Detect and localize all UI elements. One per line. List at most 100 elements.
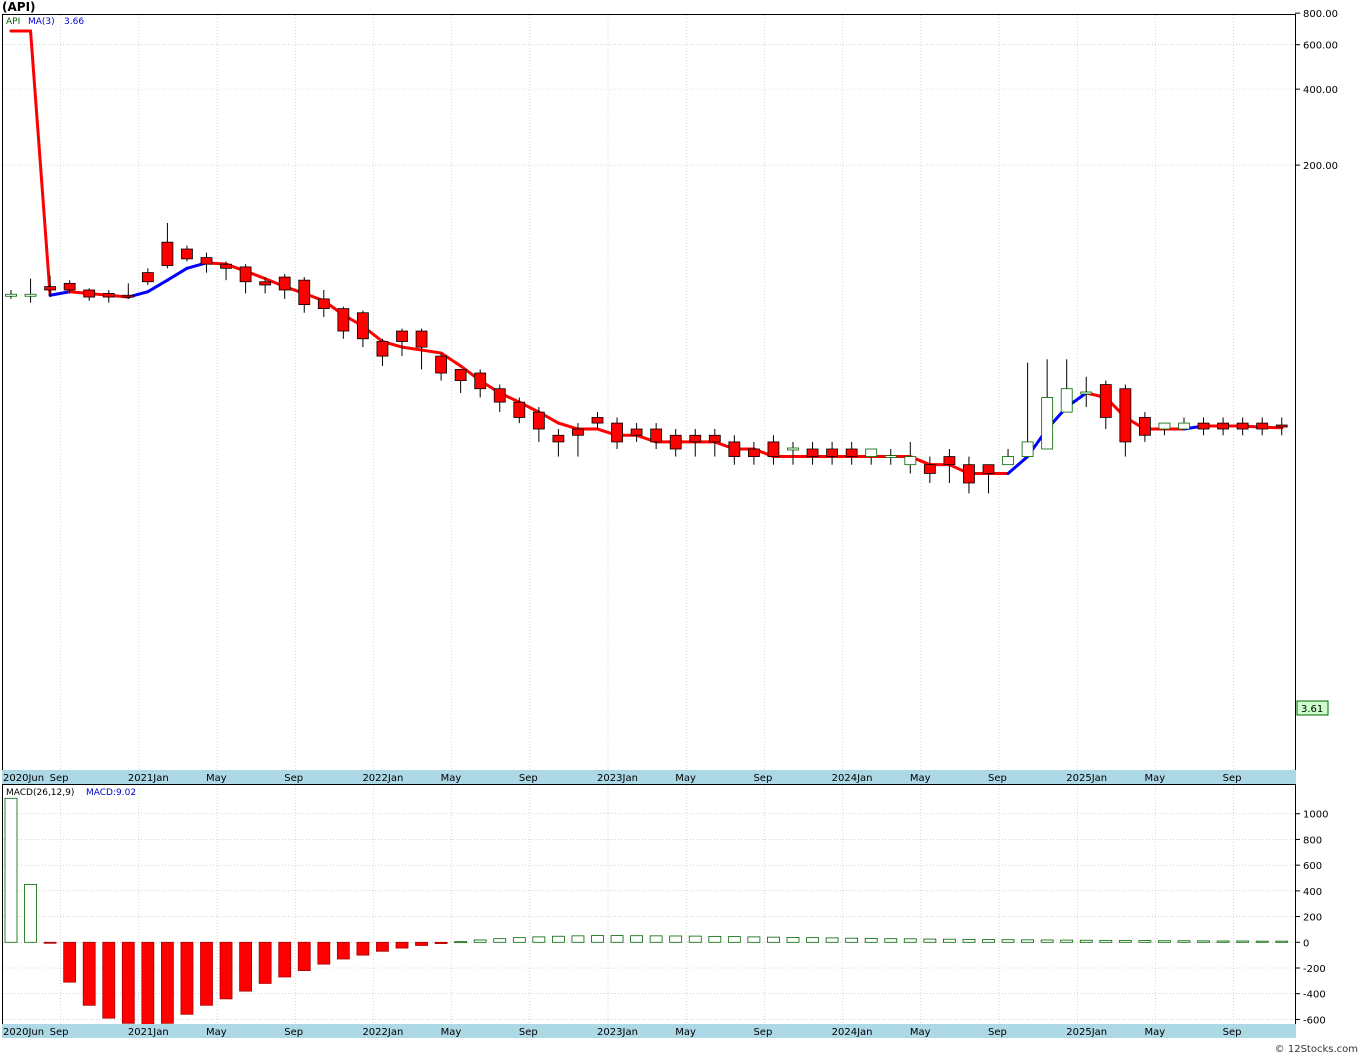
macd-bar bbox=[884, 938, 898, 943]
macd-bar bbox=[1275, 940, 1289, 943]
candle-body bbox=[259, 281, 272, 286]
date-label: Sep bbox=[988, 1027, 1007, 1038]
candle-body bbox=[826, 448, 838, 457]
candle-body bbox=[552, 434, 565, 443]
candle-body bbox=[884, 455, 897, 458]
macd-bar bbox=[806, 937, 819, 943]
date-label: 2021Jan bbox=[128, 773, 169, 784]
candle-body bbox=[1256, 422, 1269, 430]
macd-bar bbox=[552, 935, 565, 943]
macd-bar bbox=[1138, 940, 1152, 943]
candle-body bbox=[1275, 424, 1288, 428]
candle-body bbox=[1119, 388, 1132, 443]
last-price-value: 3.61 bbox=[1301, 704, 1323, 715]
candle-body bbox=[141, 272, 154, 283]
macd-bar bbox=[493, 938, 507, 943]
date-label: May bbox=[441, 1027, 462, 1038]
macd-bar bbox=[688, 935, 702, 943]
macd-bar bbox=[336, 941, 350, 960]
candle-body bbox=[963, 464, 975, 484]
macd-bar bbox=[24, 884, 37, 943]
candle-body bbox=[1197, 422, 1210, 430]
candle-body bbox=[865, 448, 878, 457]
candle-body bbox=[532, 411, 545, 430]
candle-body bbox=[63, 282, 76, 291]
candle-body bbox=[982, 464, 995, 474]
macd-bar bbox=[1236, 940, 1250, 943]
date-label: 2022Jan bbox=[362, 1027, 403, 1038]
macd-bar bbox=[630, 935, 643, 943]
macd-tick-label: -600 bbox=[1303, 1015, 1326, 1026]
macd-bar bbox=[395, 941, 409, 949]
macd-bar bbox=[82, 941, 96, 1006]
candle-body bbox=[278, 276, 291, 291]
candle-body bbox=[44, 286, 56, 291]
macd-bar bbox=[297, 941, 311, 971]
candle-body bbox=[572, 428, 584, 436]
macd-legend-name: MACD(26,12,9) bbox=[6, 788, 74, 798]
price-tick-label: 600.00 bbox=[1303, 41, 1338, 52]
macd-bar bbox=[591, 935, 604, 943]
candle-body bbox=[415, 330, 428, 348]
macd-bar bbox=[571, 935, 585, 943]
candle-body bbox=[806, 448, 819, 457]
date-label: 2022Jan bbox=[362, 773, 403, 784]
date-label: Sep bbox=[50, 1027, 69, 1038]
candle-body bbox=[1080, 391, 1093, 395]
date-label: 2020Jun bbox=[3, 773, 44, 784]
macd-bar bbox=[669, 935, 683, 943]
candle-body bbox=[337, 308, 350, 332]
macd-bar bbox=[767, 936, 780, 943]
date-label: Sep bbox=[284, 1027, 303, 1038]
candle-body bbox=[1236, 422, 1249, 430]
macd-tick-label: 0 bbox=[1303, 938, 1309, 949]
date-label: May bbox=[206, 1027, 227, 1038]
candle-body bbox=[181, 248, 193, 260]
macd-tick-label: 400 bbox=[1303, 887, 1322, 898]
macd-bar bbox=[747, 936, 761, 943]
date-label: Sep bbox=[1223, 1027, 1242, 1038]
macd-bar bbox=[708, 935, 722, 943]
macd-bar bbox=[43, 941, 57, 944]
macd-bar bbox=[317, 941, 331, 965]
macd-tick-label: 1000 bbox=[1303, 810, 1328, 821]
macd-bar bbox=[649, 935, 663, 943]
date-label: May bbox=[441, 773, 462, 784]
macd-bar bbox=[845, 937, 859, 943]
candle-body bbox=[1178, 422, 1190, 430]
date-label: 2020Jun bbox=[3, 1027, 44, 1038]
candle-body bbox=[5, 293, 17, 297]
date-label: Sep bbox=[519, 773, 538, 784]
legend-ma-value: 3.66 bbox=[64, 17, 84, 27]
date-label: Sep bbox=[988, 773, 1007, 784]
date-label: 2025Jan bbox=[1066, 773, 1107, 784]
date-label: Sep bbox=[50, 773, 69, 784]
macd-tick-label: 200 bbox=[1303, 913, 1322, 924]
macd-bar bbox=[1118, 940, 1132, 943]
date-label: May bbox=[910, 1027, 931, 1038]
candle-body bbox=[1021, 441, 1034, 457]
candle-body bbox=[396, 330, 408, 342]
macd-bar bbox=[1001, 939, 1015, 943]
candle-body bbox=[239, 266, 252, 283]
macd-tick-label: 800 bbox=[1303, 835, 1322, 846]
date-label: 2021Jan bbox=[128, 1027, 169, 1038]
candle-body bbox=[220, 263, 232, 269]
candle-body bbox=[669, 434, 682, 450]
macd-bar bbox=[962, 939, 976, 943]
candle-body bbox=[1060, 388, 1073, 413]
price-axis: 6200.005200.004400.003600.003000.002400.… bbox=[1295, 9, 1338, 172]
macd-bar bbox=[1060, 939, 1074, 943]
macd-bar bbox=[160, 941, 174, 1024]
candle-body bbox=[611, 422, 623, 443]
date-label: Sep bbox=[753, 773, 772, 784]
candle-body bbox=[200, 257, 213, 265]
candle-body bbox=[708, 434, 721, 443]
legend-symbol: API bbox=[6, 17, 20, 27]
candle-body bbox=[298, 279, 311, 306]
macd-bar bbox=[1040, 939, 1054, 943]
macd-bar bbox=[200, 941, 213, 1006]
macd-bar bbox=[454, 941, 468, 944]
candle-body bbox=[493, 388, 506, 403]
date-label: May bbox=[675, 773, 696, 784]
